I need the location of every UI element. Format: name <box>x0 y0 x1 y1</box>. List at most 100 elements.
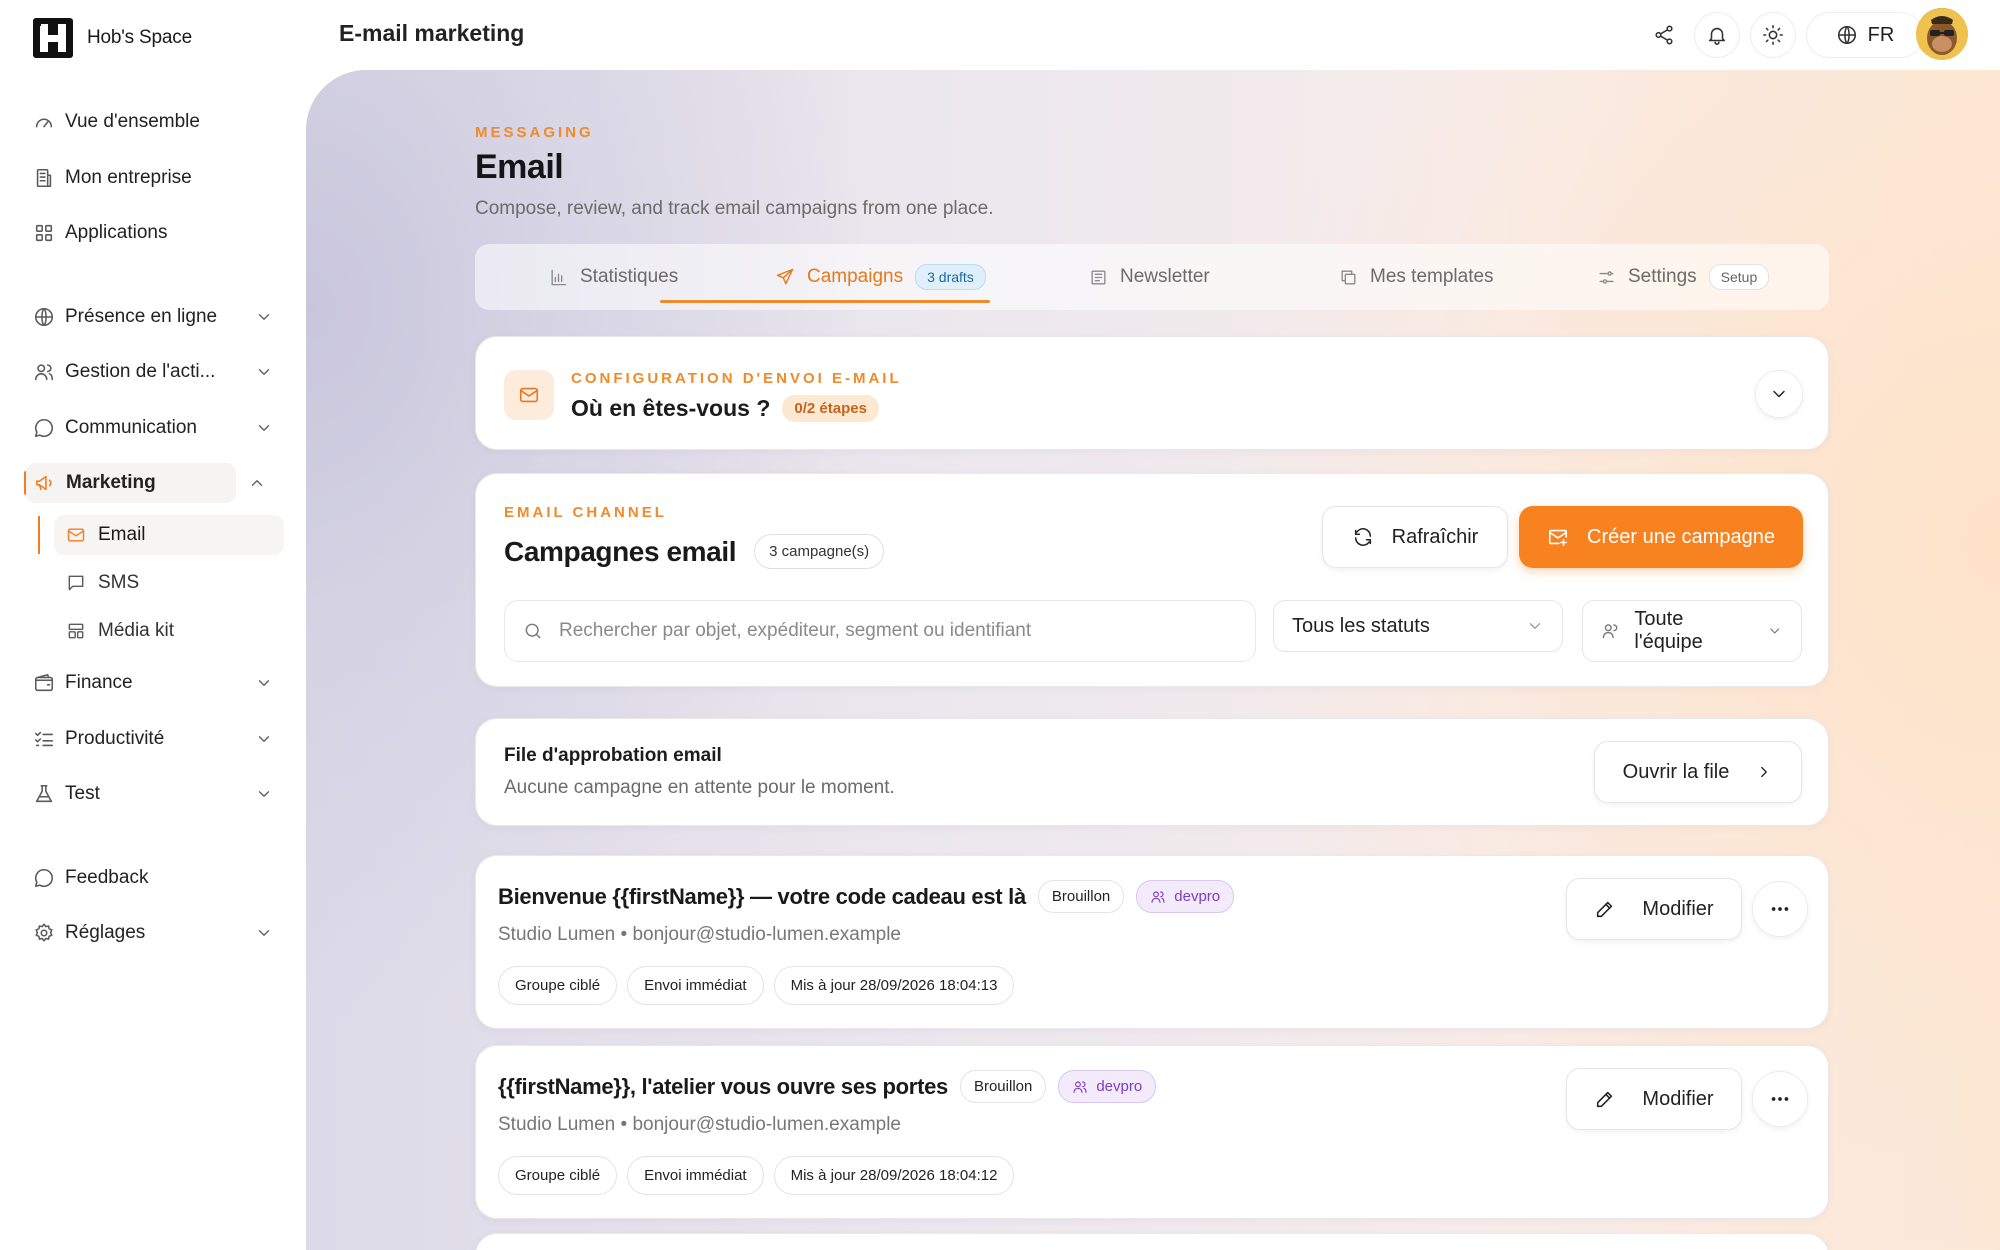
tab-newsletter[interactable]: Newsletter <box>1089 244 1210 310</box>
sidebar-subitem-media-kit[interactable]: Média kit <box>66 611 174 651</box>
sidebar-item-label: Productivité <box>65 728 165 749</box>
section-title: Email <box>475 148 564 186</box>
tab-label: Mes templates <box>1370 266 1494 287</box>
avatar[interactable] <box>1916 8 1968 60</box>
sidebar-item-settings[interactable]: Réglages <box>33 913 273 953</box>
gauge-icon <box>35 118 53 128</box>
config-title-row: Où en êtes-vous ? 0/2 étapes <box>571 395 879 422</box>
wallet-icon <box>34 673 54 692</box>
more-actions-button[interactable] <box>1752 1071 1808 1127</box>
megaphone-icon <box>35 475 52 491</box>
users-icon <box>1602 624 1618 639</box>
campaign-title-row: {{firstName}}, l'atelier vous ouvre ses … <box>498 1070 1157 1103</box>
approval-description: Aucune campagne en attente pour le momen… <box>504 777 895 798</box>
sidebar-item-label: Vue d'ensemble <box>65 111 200 132</box>
setup-badge: Setup <box>1708 264 1770 290</box>
chevron-down-icon <box>258 425 270 431</box>
segment-badge: devpro <box>1058 1070 1157 1103</box>
expand-config-button[interactable] <box>1755 370 1803 418</box>
create-campaign-label: Créer une campagne <box>1587 525 1775 548</box>
sidebar-item-test[interactable]: Test <box>33 774 273 814</box>
refresh-label: Rafraîchir <box>1391 525 1479 548</box>
audience-badge: Groupe ciblé <box>498 966 618 1005</box>
sidebar-item-marketing[interactable]: Marketing <box>26 463 263 503</box>
sidebar-item-label: Applications <box>65 222 168 243</box>
pencil-icon <box>1597 901 1613 918</box>
brand[interactable]: Hob's Space <box>33 18 192 58</box>
status-filter-select[interactable]: Tous les statuts <box>1273 600 1563 652</box>
sidebar-item-finance[interactable]: Finance <box>33 663 273 703</box>
sun-icon <box>1763 25 1783 45</box>
building-icon <box>36 168 52 188</box>
edit-campaign-button[interactable]: Modifier <box>1566 878 1742 940</box>
theme-toggle-button[interactable] <box>1750 12 1796 58</box>
campaign-search[interactable]: Rechercher par objet, expéditeur, segmen… <box>504 600 1256 662</box>
chevron-down-icon <box>258 736 270 742</box>
sidebar-item-overview[interactable]: Vue d'ensemble <box>33 102 273 142</box>
tab-settings[interactable]: Settings Setup <box>1597 244 1770 310</box>
sidebar-item-productivity[interactable]: Productivité <box>33 719 273 759</box>
share-icon <box>1655 25 1673 45</box>
updated-badge: Mis à jour 28/09/2026 18:04:13 <box>773 966 1015 1005</box>
sidebar-item-online-presence[interactable]: Présence en ligne <box>33 297 273 337</box>
refresh-button[interactable]: Rafraîchir <box>1322 506 1508 568</box>
section-eyebrow: MESSAGING <box>475 124 594 141</box>
open-queue-button[interactable]: Ouvrir la file <box>1594 741 1802 803</box>
segment-badge: devpro <box>1136 880 1235 913</box>
grid-icon <box>35 224 53 242</box>
campaign-sender: Studio Lumen • bonjour@studio-lumen.exam… <box>498 924 901 945</box>
approval-queue-card: File d'approbation email Aucune campagne… <box>475 718 1829 826</box>
create-campaign-button[interactable]: Créer une campagne <box>1519 506 1803 568</box>
sidebar-item-label: Réglages <box>65 922 146 943</box>
edit-label: Modifier <box>1642 897 1714 920</box>
sidebar-item-company[interactable]: Mon entreprise <box>33 158 273 198</box>
campaign-row[interactable]: {{firstName}}, l'atelier vous ouvre ses … <box>475 1045 1829 1219</box>
segment-label: devpro <box>1096 1078 1143 1095</box>
schedule-badge: Envoi immédiat <box>627 1156 764 1195</box>
campaigns-card: EMAIL CHANNEL Campagnes email 3 campagne… <box>475 473 1829 687</box>
users-icon <box>34 364 54 381</box>
search-input[interactable]: Rechercher par objet, expéditeur, segmen… <box>559 620 1031 642</box>
campaign-title-row: Bienvenue {{firstName}} — votre code cad… <box>498 880 1235 913</box>
sidebar-item-communication[interactable]: Communication <box>33 408 273 448</box>
sliders-icon <box>1599 270 1614 284</box>
campaign-meta: Groupe ciblé Envoi immédiat Mis à jour 2… <box>498 966 1015 1005</box>
mail-icon <box>519 387 539 403</box>
email-config-card: CONFIGURATION D'ENVOI E-MAIL Où en êtes-… <box>475 336 1829 450</box>
sidebar-subitem-sms[interactable]: SMS <box>66 563 139 603</box>
language-label: FR <box>1867 23 1895 46</box>
segment-label: devpro <box>1174 888 1221 905</box>
campaign-row-partial[interactable] <box>475 1233 1829 1250</box>
language-selector[interactable]: FR <box>1806 12 1924 58</box>
team-filter-select[interactable]: Toute l'équipe <box>1582 600 1802 662</box>
page-title: E-mail marketing <box>339 20 525 46</box>
schedule-badge: Envoi immédiat <box>627 966 764 1005</box>
chevron-down-icon <box>258 314 270 320</box>
campaign-sender: Studio Lumen • bonjour@studio-lumen.exam… <box>498 1114 901 1135</box>
tab-label: Settings <box>1628 266 1697 287</box>
audience-badge: Groupe ciblé <box>498 1156 618 1195</box>
sidebar-item-applications[interactable]: Applications <box>33 213 273 253</box>
campaign-title: Bienvenue {{firstName}} — votre code cad… <box>498 883 1026 909</box>
tab-statistics[interactable]: Statistiques <box>549 244 678 310</box>
notifications-button[interactable] <box>1694 12 1740 58</box>
chevron-down-icon <box>258 930 270 936</box>
share-button[interactable] <box>1642 12 1686 58</box>
bar-chart-icon <box>551 269 567 285</box>
brand-logo <box>33 18 73 58</box>
sidebar-item-feedback[interactable]: Feedback <box>33 858 273 898</box>
sidebar-subitem-email[interactable]: Email <box>54 515 284 555</box>
more-actions-button[interactable] <box>1752 881 1808 937</box>
sidebar-item-label: Finance <box>65 672 133 693</box>
chevron-down-icon <box>258 369 270 375</box>
sidebar-item-activity[interactable]: Gestion de l'acti... <box>33 352 273 392</box>
open-queue-label: Ouvrir la file <box>1622 760 1730 783</box>
config-progress-badge: 0/2 étapes <box>782 395 879 422</box>
edit-campaign-button[interactable]: Modifier <box>1566 1068 1742 1130</box>
tab-templates[interactable]: Mes templates <box>1339 244 1494 310</box>
mail-plus-icon <box>1549 529 1568 547</box>
refresh-icon <box>1354 528 1371 546</box>
media-kit-icon <box>68 623 84 639</box>
campaign-row[interactable]: Bienvenue {{firstName}} — votre code cad… <box>475 855 1829 1029</box>
mail-icon <box>67 528 85 542</box>
